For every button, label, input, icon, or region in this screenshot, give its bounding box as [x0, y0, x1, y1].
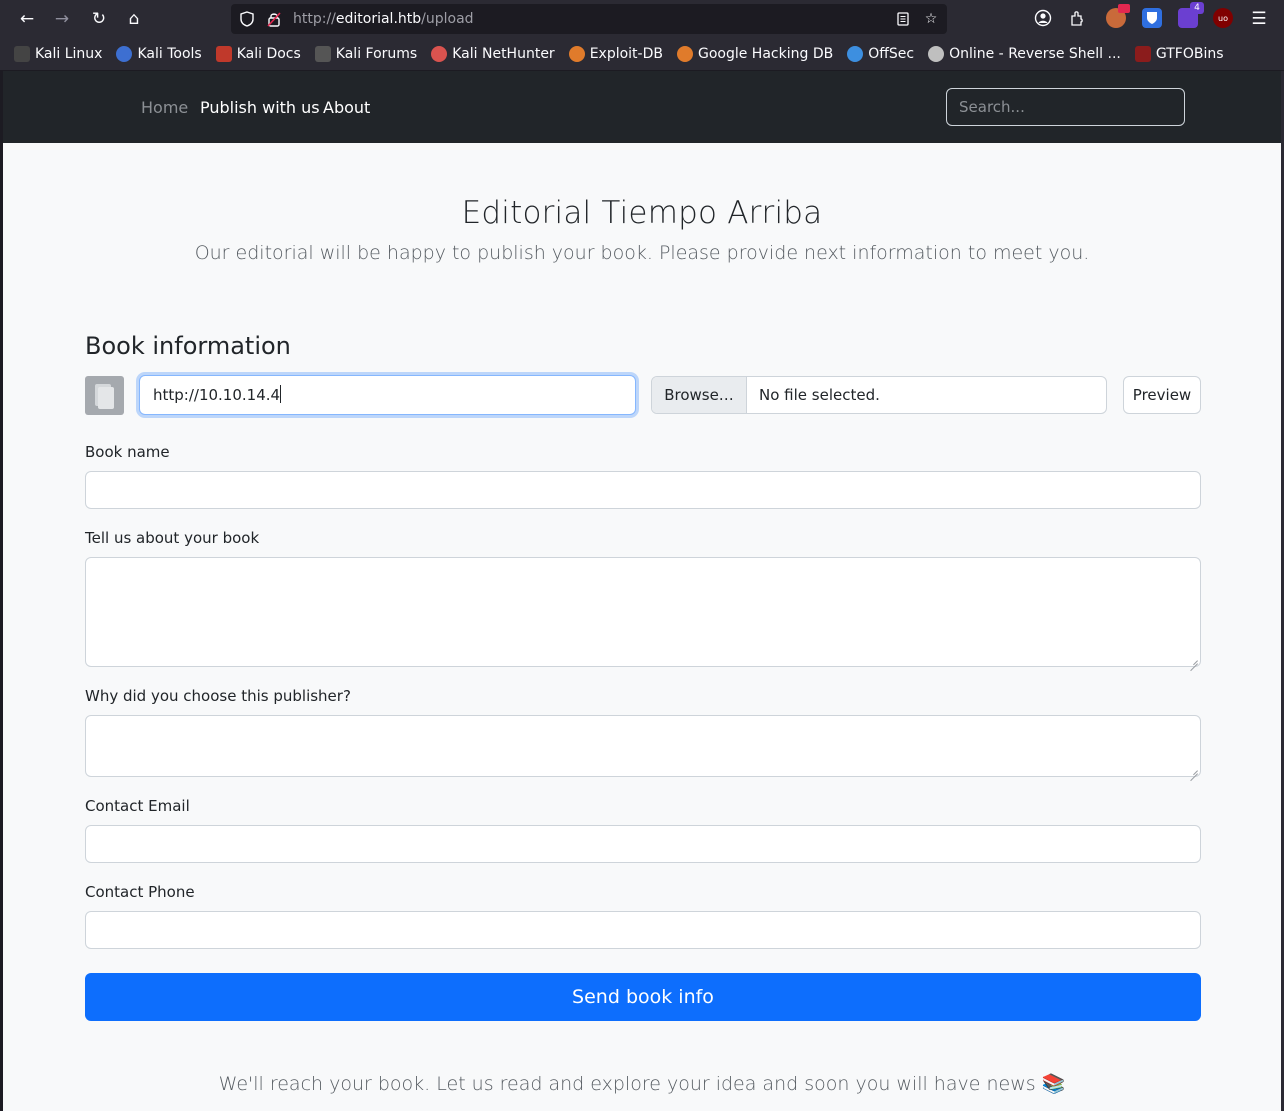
url-host: editorial.htb — [335, 11, 422, 27]
site-search-input[interactable]: Search... — [946, 88, 1185, 126]
bookmark-label: GTFOBins — [1155, 46, 1224, 62]
contact-phone-input[interactable] — [85, 911, 1201, 949]
reload-icon[interactable]: ↻ — [86, 6, 112, 32]
bookmark-offsec[interactable]: OffSec — [847, 46, 914, 62]
account-icon[interactable] — [1033, 8, 1053, 28]
home-icon[interactable]: ⌂ — [121, 6, 147, 32]
bookmarks-bar: Kali Linux Kali Tools Kali Docs Kali For… — [0, 38, 1284, 70]
send-book-info-button[interactable]: Send book info — [85, 973, 1201, 1021]
bookmark-kali-forums[interactable]: Kali Forums — [314, 46, 418, 62]
bookmark-star-icon[interactable]: ☆ — [922, 10, 940, 28]
site-navbar: Home Publish with us About Search... — [3, 71, 1281, 143]
back-icon[interactable]: ← — [14, 6, 40, 32]
bookmark-label: Kali Docs — [236, 46, 301, 62]
extensions-puzzle-icon[interactable] — [1068, 8, 1088, 28]
contact-email-label: Contact Email — [85, 797, 190, 815]
resize-grip-icon[interactable] — [1190, 766, 1198, 774]
insecure-lock-icon[interactable] — [265, 10, 283, 28]
forward-icon[interactable]: → — [49, 6, 75, 32]
bookmark-reverse-shell[interactable]: Online - Reverse Shell ... — [928, 46, 1121, 62]
exploit-db-icon — [568, 46, 585, 62]
footer-message: We'll reach your book. Let us read and e… — [218, 1073, 1066, 1095]
contact-phone-label: Contact Phone — [85, 883, 195, 901]
shield-icon[interactable] — [238, 10, 256, 28]
url-path: /upload — [421, 11, 474, 27]
extension-badge-count: 4 — [1190, 2, 1204, 14]
page-subtitle: Our editorial will be happy to publish y… — [194, 242, 1090, 264]
extension-badge-icon[interactable]: 4 — [1178, 2, 1204, 28]
book-name-input[interactable] — [85, 471, 1201, 509]
bookmark-kali-tools[interactable]: Kali Tools — [116, 46, 202, 62]
reader-view-icon[interactable] — [894, 10, 912, 28]
preview-button[interactable]: Preview — [1123, 376, 1201, 414]
nav-publish-link[interactable]: Publish with us — [200, 98, 320, 117]
kali-tools-icon — [116, 46, 133, 62]
contact-email-input[interactable] — [85, 825, 1201, 863]
menu-hamburger-icon[interactable]: ☰ — [1246, 6, 1272, 32]
bookmark-label: OffSec — [868, 46, 915, 62]
about-book-label: Tell us about your book — [85, 529, 260, 547]
bookmark-kali-nethunter[interactable]: Kali NetHunter — [431, 46, 555, 62]
bookmark-exploit-db[interactable]: Exploit-DB — [568, 46, 663, 62]
cookie-extension-icon[interactable] — [1106, 4, 1130, 28]
page-content: Home Publish with us About Search... Edi… — [3, 71, 1281, 1111]
url-prefix: http:// — [293, 11, 336, 27]
bookmark-label: Google Hacking DB — [697, 46, 834, 62]
kali-forums-icon — [314, 46, 331, 62]
bitwarden-shield-icon[interactable] — [1142, 8, 1162, 28]
gtfobins-icon — [1134, 46, 1151, 62]
book-name-label: Book name — [85, 443, 170, 461]
bookmark-label: Online - Reverse Shell ... — [949, 46, 1121, 62]
nav-home-link[interactable]: Home — [141, 98, 188, 117]
nav-about-link[interactable]: About — [323, 98, 370, 117]
nethunter-icon — [431, 46, 448, 62]
bookmark-label: Kali Linux — [35, 46, 103, 62]
kali-dragon-icon — [14, 46, 30, 62]
bookmark-kali-docs[interactable]: Kali Docs — [215, 46, 301, 62]
url-bar[interactable]: http://editorial.htb/upload ☆ — [231, 4, 947, 34]
browse-button[interactable]: Browse… — [652, 377, 747, 413]
why-publisher-textarea[interactable] — [85, 715, 1201, 777]
text-caret — [280, 385, 282, 403]
why-publisher-label: Why did you choose this publisher? — [85, 687, 351, 705]
kali-docs-icon — [215, 46, 232, 62]
browser-toolbar: ← → ↻ ⌂ http://editorial.htb/upload ☆ 4 … — [0, 0, 1284, 38]
cover-url-value: http://10.10.14.4 — [153, 386, 281, 404]
bookmark-label: Kali NetHunter — [452, 46, 555, 62]
url-text[interactable]: http://editorial.htb/upload — [293, 11, 474, 27]
bookmark-kali-linux[interactable]: Kali Linux — [14, 46, 102, 62]
cover-file-input[interactable]: Browse… No file selected. — [651, 376, 1107, 414]
bookmark-label: Kali Tools — [137, 46, 202, 62]
resize-grip-icon[interactable] — [1190, 656, 1198, 664]
file-status-text: No file selected. — [759, 386, 880, 404]
bookmark-gtfobins[interactable]: GTFOBins — [1134, 46, 1224, 62]
book-information-heading: Book information — [85, 332, 291, 360]
book-cover-preview-icon — [85, 376, 124, 415]
ublock-icon[interactable]: uo — [1213, 8, 1233, 28]
ghdb-icon — [676, 46, 693, 62]
cover-url-input[interactable]: http://10.10.14.4 — [139, 375, 636, 415]
bookmark-google-hacking-db[interactable]: Google Hacking DB — [676, 46, 834, 62]
offsec-icon — [847, 46, 864, 62]
skull-icon — [928, 46, 945, 62]
bookmark-label: Kali Forums — [335, 46, 418, 62]
about-book-textarea[interactable] — [85, 557, 1201, 667]
page-title: Editorial Tiempo Arriba — [461, 195, 823, 231]
bookmark-label: Exploit-DB — [589, 46, 663, 62]
